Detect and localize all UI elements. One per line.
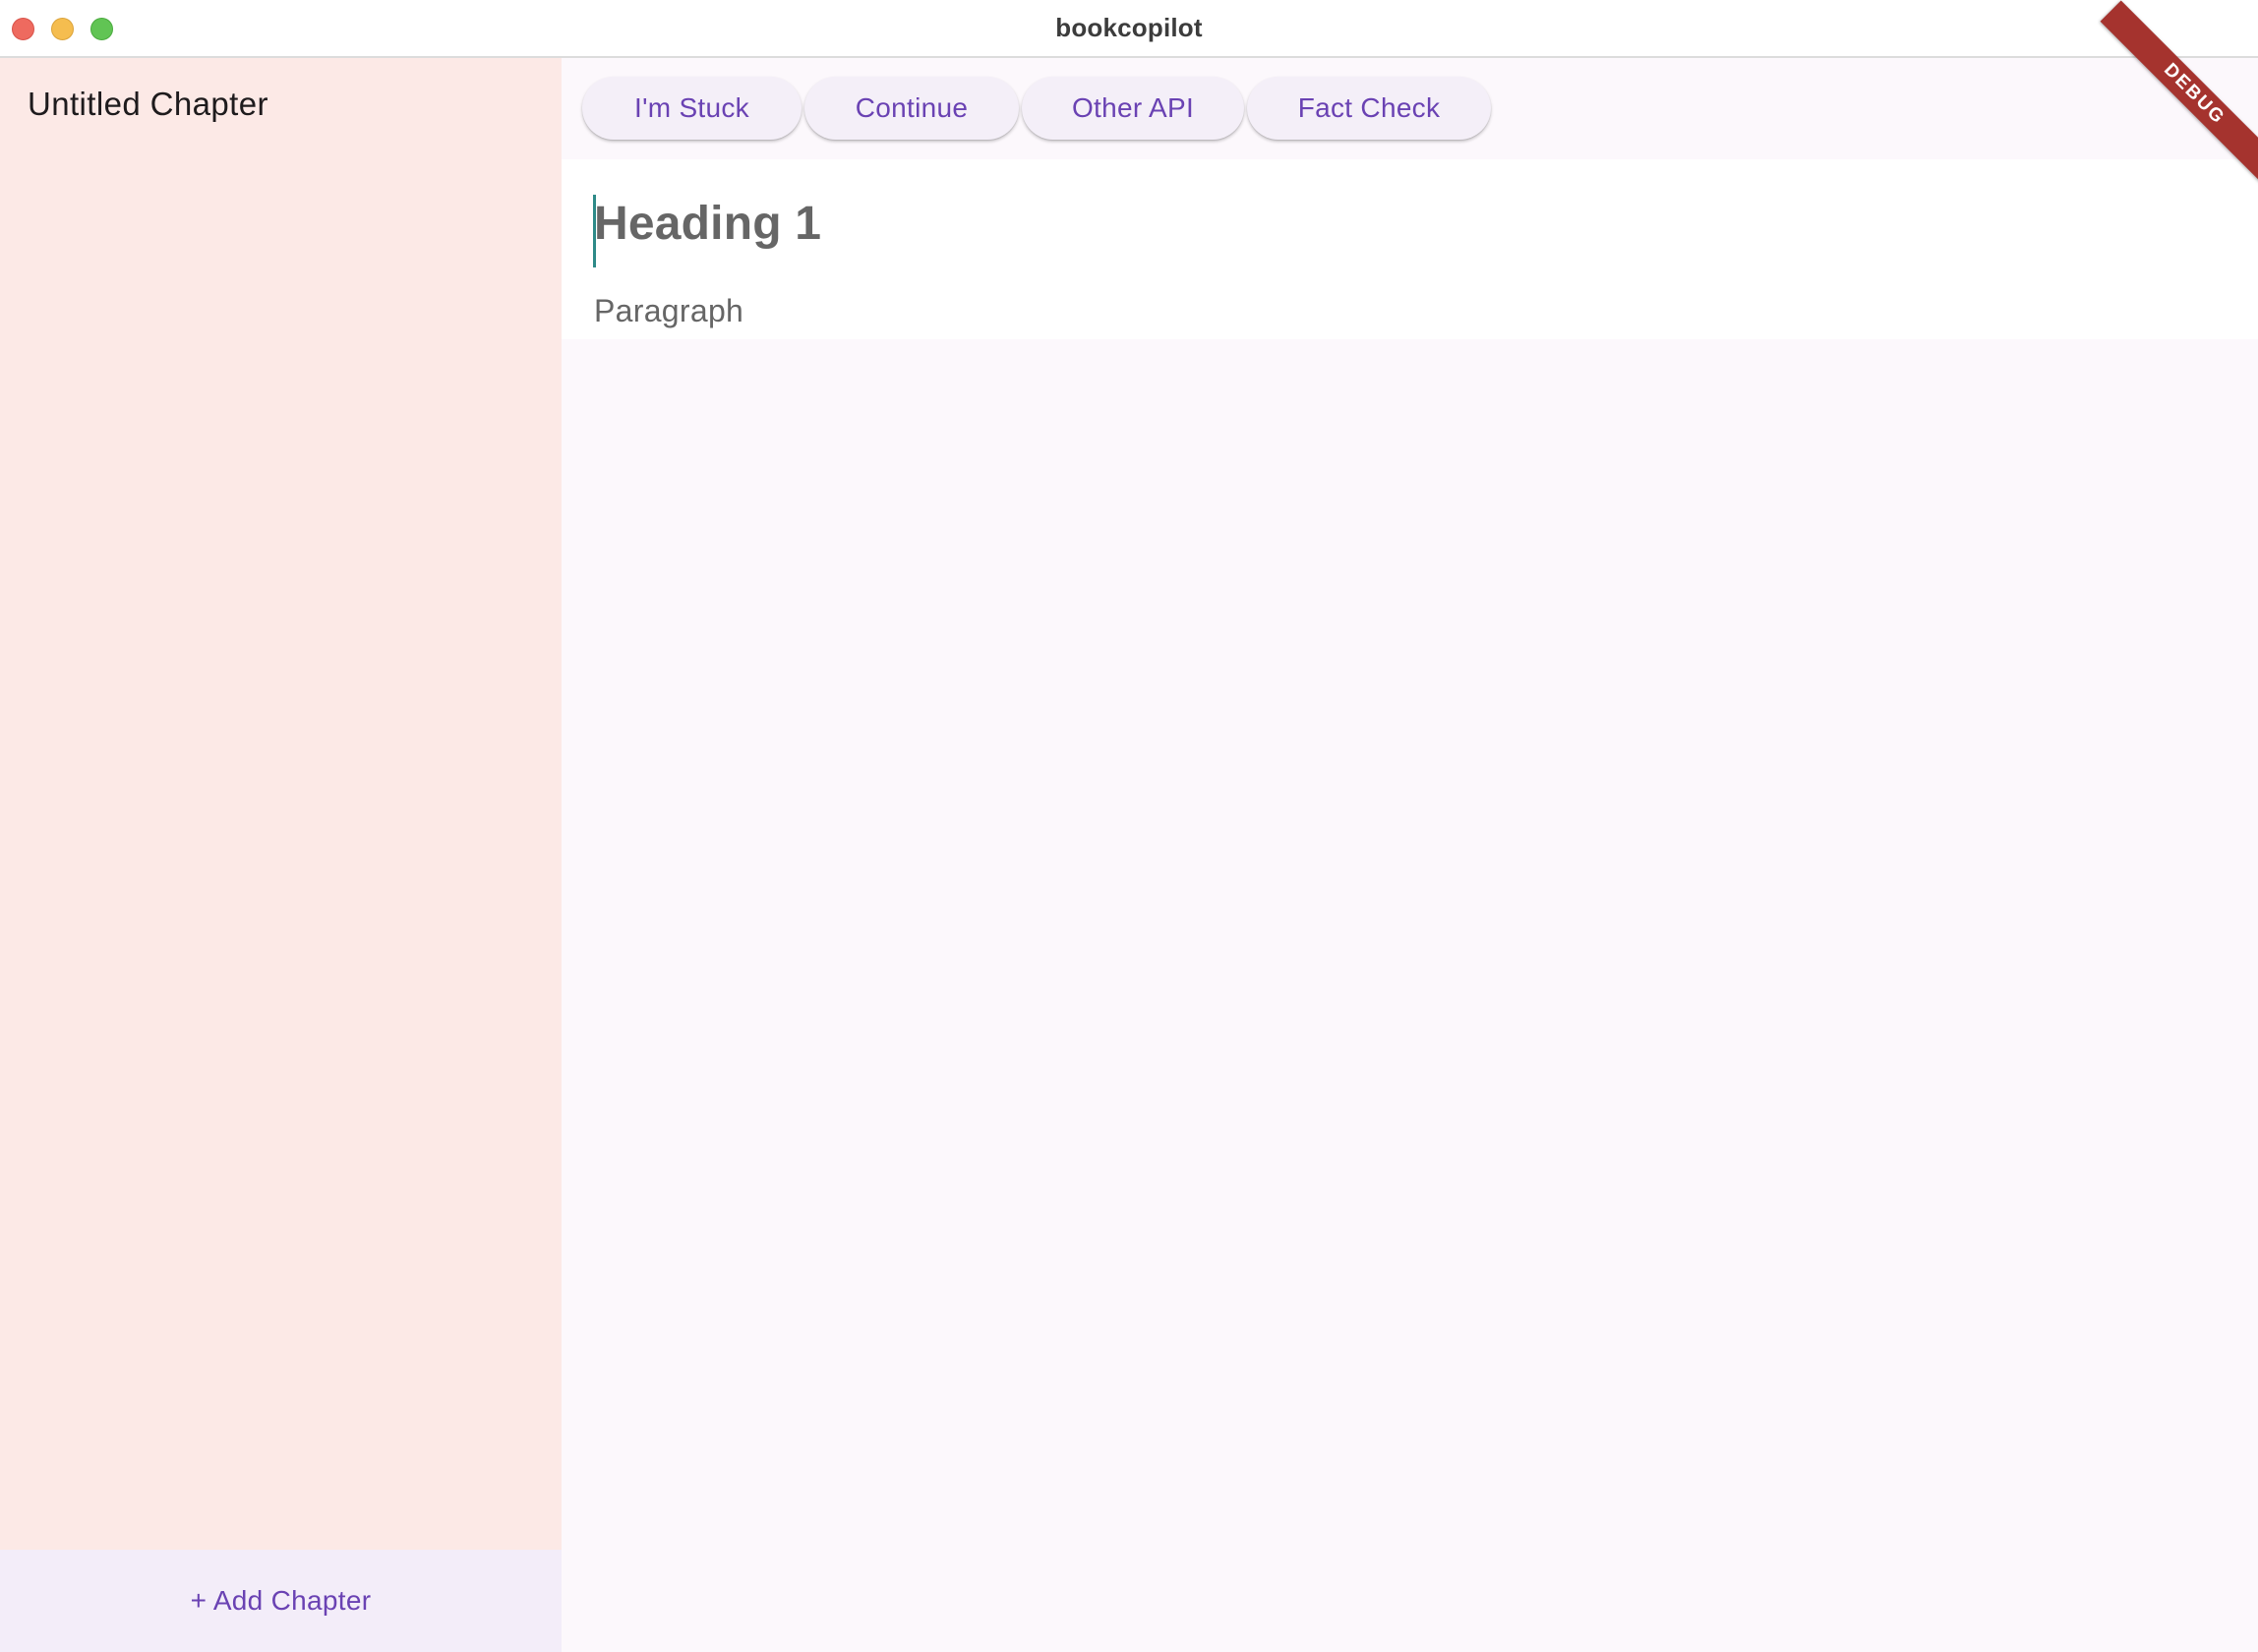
minimize-window-icon[interactable]	[51, 18, 74, 40]
maximize-window-icon[interactable]	[90, 18, 113, 40]
action-toolbar: I'm Stuck Continue Other API Fact Check	[562, 58, 2258, 159]
editor-heading[interactable]: Heading 1	[594, 197, 821, 251]
text-caret	[593, 195, 596, 267]
im-stuck-button[interactable]: I'm Stuck	[582, 77, 802, 140]
title-bar: bookcopilot	[0, 0, 2258, 58]
editor-paragraph[interactable]: Paragraph	[594, 293, 743, 329]
continue-button[interactable]: Continue	[804, 77, 1019, 140]
text-editor[interactable]: Heading 1 Paragraph	[562, 159, 2258, 339]
app-window: bookcopilot Untitled Chapter + Add Chapt…	[0, 0, 2258, 1652]
window-title: bookcopilot	[1055, 13, 1203, 42]
chapter-sidebar: Untitled Chapter + Add Chapter	[0, 58, 562, 1652]
other-api-button[interactable]: Other API	[1022, 77, 1244, 140]
chapter-item[interactable]: Untitled Chapter	[0, 58, 562, 150]
fact-check-button[interactable]: Fact Check	[1247, 77, 1491, 140]
close-window-icon[interactable]	[12, 18, 34, 40]
main-area: I'm Stuck Continue Other API Fact Check …	[562, 0, 2258, 1652]
add-chapter-button[interactable]: + Add Chapter	[0, 1550, 562, 1652]
